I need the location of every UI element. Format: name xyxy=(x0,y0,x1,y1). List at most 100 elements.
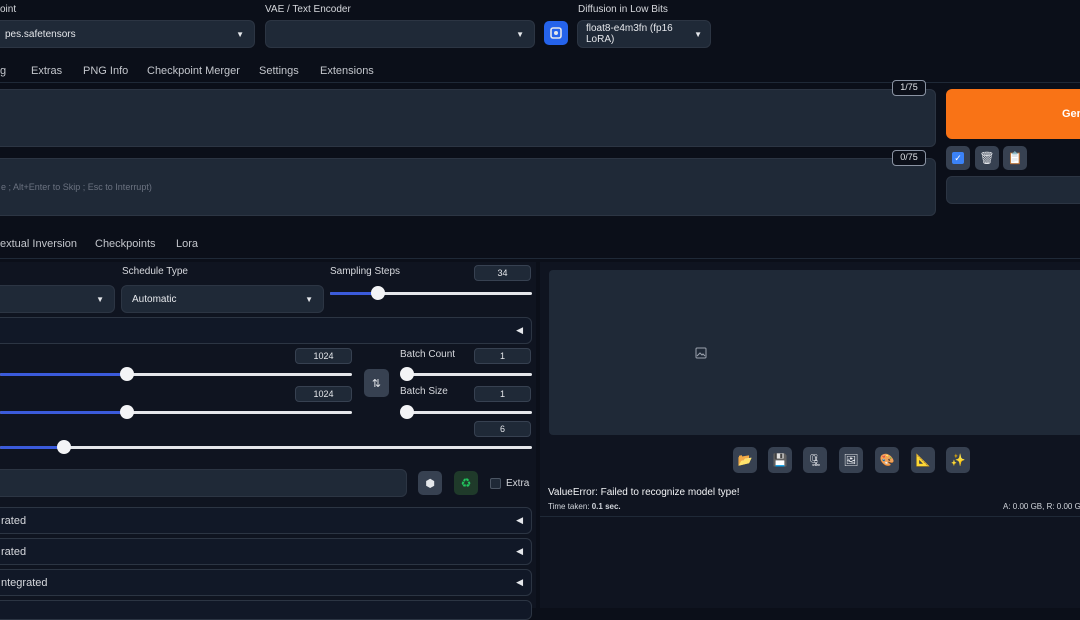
tab-lora[interactable]: Lora xyxy=(176,238,198,250)
time-taken: Time taken: 0.1 sec. xyxy=(548,502,621,511)
prompt-textarea[interactable] xyxy=(0,89,936,147)
clear-prompt-button[interactable]: 🗑 xyxy=(975,146,999,170)
zip-button[interactable]: 🗜 xyxy=(803,447,827,473)
cfg-scale-input[interactable]: 6 xyxy=(474,421,531,437)
checkpoint-value: pes.safetensors xyxy=(5,28,76,40)
random-seed-button[interactable]: ⬢ xyxy=(418,471,442,495)
palette-icon: 🎨 xyxy=(879,453,895,467)
sampling-steps-slider[interactable] xyxy=(330,286,532,300)
diffusion-dropdown[interactable]: float8-e4m3fn (fp16 LoRA) ▼ xyxy=(577,20,711,48)
tab-settings[interactable]: Settings xyxy=(259,65,299,77)
schedule-type-dropdown[interactable]: Automatic ▼ xyxy=(121,285,324,313)
tab-checkpoints[interactable]: Checkpoints xyxy=(95,238,156,250)
extension-accordion-3[interactable]: ntegrated ◀ xyxy=(0,569,532,596)
save-icon: 💾 xyxy=(772,453,788,467)
image-placeholder-icon xyxy=(695,347,707,358)
paste-button[interactable]: 📋 xyxy=(1003,146,1027,170)
styles-dropdown[interactable] xyxy=(946,176,1080,204)
collapse-triangle-icon: ◀ xyxy=(516,325,523,335)
dice-icon: ⬢ xyxy=(425,477,435,490)
batch-size-label: Batch Size xyxy=(400,386,448,397)
error-message: ValueError: Failed to recognize model ty… xyxy=(548,487,740,498)
time-taken-value: 0.1 sec. xyxy=(591,502,621,511)
schedule-type-label: Schedule Type xyxy=(122,266,188,277)
style-apply-button[interactable]: ✓ xyxy=(946,146,970,170)
diffusion-value: float8-e4m3fn (fp16 LoRA) xyxy=(586,23,673,45)
folder-icon: 📂 xyxy=(737,453,753,467)
generate-label: Generate xyxy=(1062,108,1080,120)
upscale-button[interactable]: ✨ xyxy=(946,447,970,473)
chevron-down-icon: ▼ xyxy=(516,29,524,39)
send-to-img2img-button[interactable]: 🖼 xyxy=(839,447,863,473)
tab-extras[interactable]: Extras xyxy=(31,65,62,77)
sampler-dropdown[interactable]: ▼ xyxy=(0,285,115,313)
send-to-extras-button[interactable]: 📐 xyxy=(911,447,935,473)
slider-thumb[interactable] xyxy=(400,367,414,381)
extra-checkbox[interactable] xyxy=(490,478,501,489)
diffusion-label: Diffusion in Low Bits xyxy=(578,4,668,15)
image-preview xyxy=(549,270,1080,435)
tab-textual-inversion[interactable]: extual Inversion xyxy=(0,238,77,250)
save-button[interactable]: 💾 xyxy=(768,447,792,473)
clipboard-icon: 📋 xyxy=(1007,151,1023,165)
batch-count-input[interactable]: 1 xyxy=(474,348,531,364)
extension-accordion-1[interactable]: rated ◀ xyxy=(0,507,532,534)
collapse-triangle-icon: ◀ xyxy=(516,515,523,525)
accordion-title: rated xyxy=(1,545,27,558)
tab-checkpoint-merger[interactable]: Checkpoint Merger xyxy=(147,65,240,77)
sampling-steps-label: Sampling Steps xyxy=(330,266,401,277)
hires-fix-accordion[interactable]: ◀ xyxy=(0,317,532,344)
subtabs-divider xyxy=(0,258,1080,259)
slider-thumb[interactable] xyxy=(119,405,134,419)
refresh-button[interactable] xyxy=(544,21,568,45)
accordion-title: ntegrated xyxy=(1,576,48,589)
reuse-seed-button[interactable]: ♻ xyxy=(454,471,478,495)
tab-txt2img[interactable]: g xyxy=(0,65,6,77)
height-slider[interactable] xyxy=(0,405,352,419)
tab-png-info[interactable]: PNG Info xyxy=(83,65,128,77)
extension-accordion-2[interactable]: rated ◀ xyxy=(0,538,532,565)
triangle-ruler-icon: 📐 xyxy=(915,453,931,467)
accordion-title: rated xyxy=(1,514,27,527)
chevron-down-icon: ▼ xyxy=(305,294,313,304)
width-slider[interactable] xyxy=(0,367,352,381)
vae-dropdown[interactable]: ▼ xyxy=(265,20,535,48)
schedule-type-value: Automatic xyxy=(132,293,177,305)
batch-count-label: Batch Count xyxy=(400,349,456,360)
slider-thumb[interactable] xyxy=(119,367,134,381)
width-input[interactable]: 1024 xyxy=(295,348,352,364)
slider-fill xyxy=(0,411,127,414)
vae-label: VAE / Text Encoder xyxy=(265,4,351,15)
time-taken-label: Time taken: xyxy=(548,502,590,511)
slider-fill xyxy=(0,373,127,376)
open-folder-button[interactable]: 📂 xyxy=(733,447,757,473)
checkpoint-dropdown[interactable]: pes.safetensors ▼ xyxy=(0,20,255,48)
batch-count-slider[interactable] xyxy=(400,367,532,381)
seed-input[interactable] xyxy=(0,469,407,497)
extension-accordion-4[interactable] xyxy=(0,600,532,620)
sparkle-icon: ✨ xyxy=(950,453,966,467)
height-input[interactable]: 1024 xyxy=(295,386,352,402)
batch-size-slider[interactable] xyxy=(400,405,532,419)
negative-prompt-placeholder: e ; Alt+Enter to Skip ; Esc to Interrupt… xyxy=(1,182,152,192)
vram-usage: A: 0.00 GB, R: 0.00 GB xyxy=(1003,502,1080,511)
slider-thumb[interactable] xyxy=(56,440,71,454)
chevron-down-icon: ▼ xyxy=(694,29,702,39)
trash-icon: 🗑 xyxy=(979,151,995,165)
slider-thumb[interactable] xyxy=(400,405,414,419)
negative-prompt-textarea[interactable]: e ; Alt+Enter to Skip ; Esc to Interrupt… xyxy=(0,158,936,216)
sampling-steps-input[interactable]: 34 xyxy=(474,265,531,281)
refresh-icon xyxy=(550,27,562,39)
recycle-icon: ♻ xyxy=(460,476,472,490)
output-divider xyxy=(540,516,1080,517)
swap-dimensions-button[interactable]: ⇅ xyxy=(364,369,389,397)
batch-size-input[interactable]: 1 xyxy=(474,386,531,402)
slider-fill xyxy=(0,446,64,449)
collapse-triangle-icon: ◀ xyxy=(516,546,523,556)
cfg-scale-slider[interactable] xyxy=(0,440,532,454)
checkpoint-label: oint xyxy=(0,4,17,15)
send-to-inpaint-button[interactable]: 🎨 xyxy=(875,447,899,473)
check-icon: ✓ xyxy=(952,152,964,164)
generate-button[interactable]: Generate xyxy=(946,89,1080,139)
tab-extensions[interactable]: Extensions xyxy=(320,65,374,77)
